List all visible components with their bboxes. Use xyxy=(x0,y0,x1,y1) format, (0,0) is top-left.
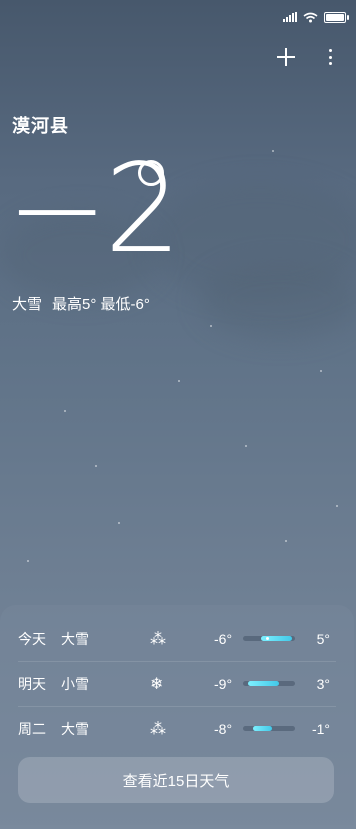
forecast-row-today[interactable]: 今天 大雪 ⁂ -6° 5° xyxy=(0,617,354,661)
forecast-high: 3° xyxy=(316,676,330,692)
add-city-icon[interactable] xyxy=(275,46,297,68)
location-name: 漠河县 xyxy=(12,116,69,136)
status-bar xyxy=(283,8,349,26)
view-15-day-forecast-button[interactable]: 查看近15日天气 xyxy=(18,757,334,803)
forecast-low: -8° xyxy=(214,721,233,737)
forecast-condition: 大雪 xyxy=(61,721,89,737)
current-summary: 大雪 最高5° 最低-6° xyxy=(12,293,150,314)
current-condition: 大雪 xyxy=(12,296,43,313)
signal-icon xyxy=(283,12,297,22)
heavy-snow-icon: ⁂ xyxy=(150,721,166,738)
forecast-row-tuesday[interactable]: 周二 大雪 ⁂ -8° -1° xyxy=(0,707,354,751)
more-options-icon[interactable] xyxy=(322,47,338,67)
forecast-row-tomorrow[interactable]: 明天 小雪 ❄ -9° 3° xyxy=(0,662,354,706)
current-high: 最高5° xyxy=(52,296,97,313)
forecast-condition: 小雪 xyxy=(61,676,89,692)
forecast-high: 5° xyxy=(316,631,330,647)
wifi-icon xyxy=(303,12,318,22)
forecast-low: -6° xyxy=(214,631,233,647)
light-snow-icon: ❄ xyxy=(150,676,164,693)
forecast-day: 周二 xyxy=(18,721,46,737)
temperature-range-bar xyxy=(243,636,295,641)
battery-icon xyxy=(324,11,349,23)
temperature-range-bar xyxy=(243,726,295,731)
forecast-condition: 大雪 xyxy=(61,631,89,647)
degree-symbol xyxy=(138,160,164,186)
forecast-high: -1° xyxy=(311,721,330,737)
forecast-day: 今天 xyxy=(18,631,46,647)
current-low: 最低-6° xyxy=(100,296,150,313)
heavy-snow-icon: ⁂ xyxy=(150,631,166,648)
forecast-day: 明天 xyxy=(18,676,46,692)
temperature-range-bar xyxy=(243,681,295,686)
forecast-low: -9° xyxy=(214,676,233,692)
